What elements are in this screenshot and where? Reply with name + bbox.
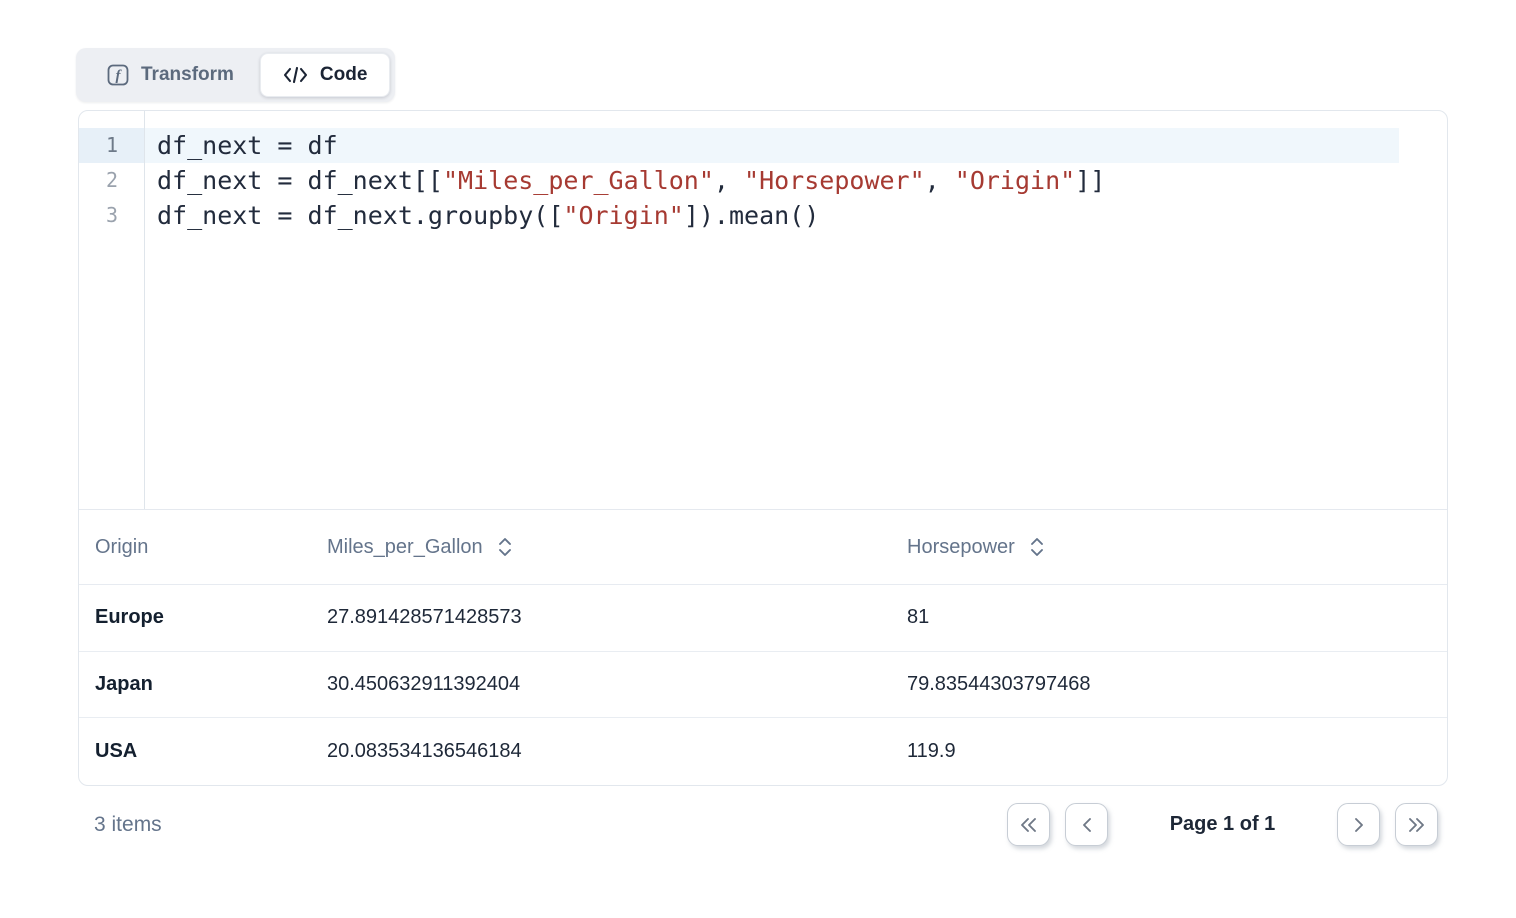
cell-miles_per_gallon: 27.891428571428573 xyxy=(311,606,891,629)
tab-transform[interactable]: f Transform xyxy=(81,53,260,97)
table-body: Europe27.89142857142857381Japan30.450632… xyxy=(79,585,1447,785)
items-count: 3 items xyxy=(78,813,162,837)
cell-horsepower: 119.9 xyxy=(891,740,1447,763)
cell-origin: Europe xyxy=(79,606,311,629)
page-indicator: Page 1 of 1 xyxy=(1123,813,1322,836)
tab-transform-label: Transform xyxy=(141,64,234,86)
code-token: ]] xyxy=(1075,166,1105,195)
string-token: "Origin" xyxy=(563,201,683,230)
chevron-right-icon xyxy=(1353,817,1365,833)
code-line[interactable]: df_next = df_next[["Miles_per_Gallon", "… xyxy=(145,163,1399,198)
code-line[interactable]: df_next = df xyxy=(145,128,1399,163)
line-number: 2 xyxy=(79,163,144,198)
code-line[interactable]: df_next = df_next.groupby(["Origin"]).me… xyxy=(145,198,1399,233)
code-content[interactable]: df_next = df df_next = df_next[["Miles_pe… xyxy=(145,111,1399,509)
table-row: Europe27.89142857142857381 xyxy=(79,585,1447,652)
code-icon xyxy=(283,66,308,84)
code-token: , xyxy=(714,166,744,195)
table-row: USA20.083534136546184119.9 xyxy=(79,718,1447,785)
string-token: "Miles_per_Gallon" xyxy=(443,166,714,195)
chevrons-right-icon xyxy=(1407,817,1426,833)
next-page-button[interactable] xyxy=(1337,803,1380,846)
pagination: Page 1 of 1 xyxy=(1007,803,1438,846)
code-token: df_next = df xyxy=(157,131,338,160)
string-token: "Horsepower" xyxy=(744,166,925,195)
cell-horsepower: 79.83544303797468 xyxy=(891,673,1447,696)
table-footer: 3 items Page 1 of 1 xyxy=(78,803,1438,846)
code-token: df_next = df_next[[ xyxy=(157,166,443,195)
string-token: "Origin" xyxy=(955,166,1075,195)
column-header-horsepower[interactable]: Horsepower xyxy=(891,536,1447,559)
code-token: ]).mean() xyxy=(684,201,819,230)
svg-text:f: f xyxy=(116,68,123,84)
last-page-button[interactable] xyxy=(1395,803,1438,846)
chevron-left-icon xyxy=(1081,817,1093,833)
column-header-origin: Origin xyxy=(79,536,311,559)
chevrons-left-icon xyxy=(1019,817,1038,833)
line-number: 3 xyxy=(79,198,144,233)
cell-miles_per_gallon: 20.083534136546184 xyxy=(311,740,891,763)
code-token: , xyxy=(925,166,955,195)
tab-code[interactable]: Code xyxy=(260,53,391,97)
column-header-label: Origin xyxy=(95,536,148,559)
sort-updown-icon[interactable] xyxy=(1029,536,1045,558)
previous-page-button[interactable] xyxy=(1065,803,1108,846)
sort-updown-icon[interactable] xyxy=(497,536,513,558)
table-row: Japan30.45063291139240479.83544303797468 xyxy=(79,652,1447,719)
cell-origin: USA xyxy=(79,740,311,763)
code-token: df_next = df_next.groupby([ xyxy=(157,201,563,230)
code-and-result-panel: 123 df_next = df df_next = df_next[["Mile… xyxy=(78,110,1448,786)
column-header-miles_per_gallon[interactable]: Miles_per_Gallon xyxy=(311,536,891,559)
line-number: 1 xyxy=(79,128,144,163)
tab-code-label: Code xyxy=(320,64,368,86)
cell-miles_per_gallon: 30.450632911392404 xyxy=(311,673,891,696)
view-mode-tabs: f Transform Code xyxy=(76,48,395,102)
cell-origin: Japan xyxy=(79,673,311,696)
code-editor[interactable]: 123 df_next = df df_next = df_next[["Mile… xyxy=(79,111,1447,510)
column-header-label: Miles_per_Gallon xyxy=(327,536,483,559)
page: f Transform Code 123 df_next = dfdf_next… xyxy=(0,0,1516,918)
table-header-row: Origin Miles_per_Gallon Horsepower xyxy=(79,510,1447,585)
line-number-gutter: 123 xyxy=(79,111,145,509)
column-header-label: Horsepower xyxy=(907,536,1015,559)
function-icon: f xyxy=(107,64,129,86)
first-page-button[interactable] xyxy=(1007,803,1050,846)
cell-horsepower: 81 xyxy=(891,606,1447,629)
